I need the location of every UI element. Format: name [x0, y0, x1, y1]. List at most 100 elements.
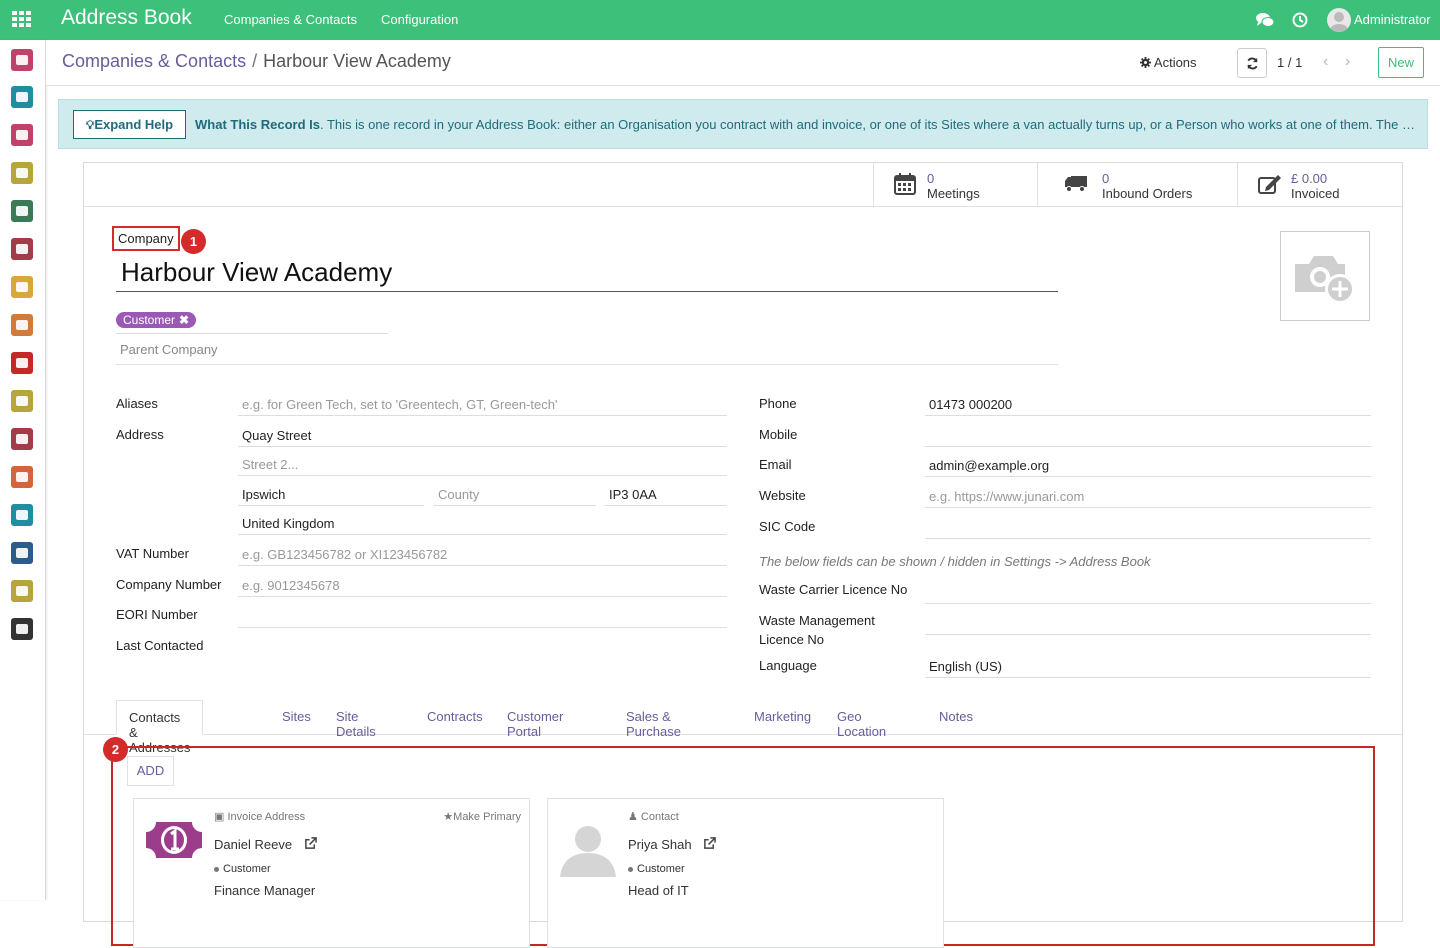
contacts-icon[interactable] [11, 86, 33, 108]
tab-sales-purchase[interactable]: Sales & Purchase [614, 700, 693, 739]
city-field[interactable]: Ipswich [238, 482, 424, 506]
truck-icon [1064, 173, 1088, 195]
country-field[interactable]: United Kingdom [238, 511, 727, 535]
aliases-label: Aliases [116, 396, 158, 411]
contact-card[interactable]: ▣ Invoice Address ★Make Primary Daniel R… [133, 798, 530, 948]
pager-next-icon[interactable]: › [1345, 53, 1350, 71]
sic-code-label: SIC Code [759, 519, 816, 534]
card-name[interactable]: Daniel Reeve [214, 837, 317, 852]
meetings-stat-button[interactable]: 0 Meetings [873, 163, 1038, 207]
waste-management-field[interactable] [925, 611, 1371, 635]
card-name[interactable]: Priya Shah [628, 837, 717, 852]
address-label: Address [116, 427, 164, 442]
sic-code-field[interactable] [925, 515, 1371, 539]
apps-grid-icon[interactable] [12, 11, 31, 28]
marketing-icon[interactable] [11, 352, 33, 374]
phone-label: Phone [759, 396, 797, 411]
tab-contacts-addresses[interactable]: Contacts & Addresses [116, 700, 204, 755]
reload-button[interactable] [1237, 48, 1267, 78]
contact-card[interactable]: ♟ Contact Priya Shah Customer Head of IT [547, 798, 944, 948]
mobile-field[interactable] [925, 423, 1371, 447]
external-link-icon[interactable] [304, 837, 317, 850]
delivery-icon[interactable] [11, 428, 33, 450]
tab-geo-location[interactable]: Geo Location [825, 700, 898, 739]
remove-tag-icon[interactable]: ✖ [179, 313, 189, 327]
calendar-icon [894, 173, 918, 195]
phone-field[interactable]: 01473 000200 [925, 392, 1371, 416]
inventory-icon[interactable] [11, 200, 33, 222]
street2-field[interactable]: Street 2... [238, 452, 727, 476]
app-title[interactable]: Address Book [61, 6, 192, 30]
actions-button[interactable]: Actions [1140, 55, 1197, 70]
company-type-label[interactable]: Company [112, 226, 180, 251]
packages-icon[interactable] [11, 276, 33, 298]
discuss-icon[interactable] [11, 124, 33, 146]
settings-icon[interactable] [11, 618, 33, 640]
employees-icon[interactable] [11, 504, 33, 526]
tab-site-details[interactable]: Site Details [324, 700, 388, 739]
contacts-panel: ADD ▣ Invoice Address ★Make Primary Dani… [111, 746, 1375, 948]
user-avatar[interactable] [1327, 8, 1351, 32]
menu-configuration[interactable]: Configuration [381, 12, 458, 27]
eori-field[interactable] [238, 604, 727, 628]
language-field[interactable]: English (US) [925, 654, 1371, 678]
form-sheet: 0 Meetings 0 Inbound Orders £ 0.00 Invoi… [83, 162, 1403, 948]
top-navbar: Address Book Companies & Contacts Config… [0, 0, 1440, 40]
edit-icon [1258, 173, 1282, 195]
person-placeholder-icon [558, 817, 618, 877]
expand-help-button[interactable]: 💡︎Expand Help [73, 110, 186, 139]
tab-sites[interactable]: Sites [270, 700, 323, 734]
card-name-label: Daniel Reeve [214, 837, 293, 852]
control-panel: Companies & Contacts / Harbour View Academ… [46, 40, 1440, 86]
image-upload[interactable] [1280, 231, 1370, 321]
documents-icon[interactable] [11, 390, 33, 412]
street-field[interactable]: Quay Street [238, 423, 727, 447]
dashboard-icon[interactable] [11, 49, 33, 71]
menu-companies-contacts[interactable]: Companies & Contacts [224, 12, 357, 27]
parent-company-field[interactable]: Parent Company [116, 342, 1058, 365]
card-tag-label: Customer [223, 863, 271, 875]
invoiced-stat-button[interactable]: £ 0.00 Invoiced [1237, 163, 1402, 207]
person-icon: ♟ [628, 811, 641, 823]
card-kind-label: Invoice Address [227, 811, 306, 823]
website-icon[interactable] [11, 466, 33, 488]
record-name-field[interactable]: Harbour View Academy [116, 257, 1058, 292]
breadcrumb-separator: / [252, 51, 258, 71]
tags-field[interactable]: Customer ✖ [116, 311, 388, 334]
new-button[interactable]: New [1378, 47, 1424, 78]
email-field[interactable]: admin@example.org [925, 453, 1371, 477]
tab-marketing[interactable]: Marketing [742, 700, 823, 734]
clock-icon[interactable] [1292, 12, 1310, 28]
invoicing-icon[interactable] [11, 314, 33, 336]
breadcrumb-parent[interactable]: Companies & Contacts [62, 51, 246, 71]
aliases-field[interactable]: e.g. for Green Tech, set to 'Greentech, … [238, 392, 727, 416]
waste-carrier-field[interactable] [925, 580, 1371, 604]
refresh-icon [1246, 57, 1258, 69]
make-primary-link[interactable]: ★Make Primary [443, 810, 521, 823]
postcode-field[interactable]: IP3 0AA [605, 482, 727, 506]
external-link-icon[interactable] [703, 837, 717, 850]
card-kind: ♟ Contact [628, 810, 679, 823]
stat-button-box: 0 Meetings 0 Inbound Orders £ 0.00 Invoi… [84, 163, 1402, 207]
tab-customer-portal[interactable]: Customer Portal [495, 700, 575, 739]
tab-notes[interactable]: Notes [927, 700, 985, 734]
fleet-icon[interactable] [11, 542, 33, 564]
calendar-icon[interactable] [11, 162, 33, 184]
county-field[interactable]: County [434, 482, 596, 506]
language-label: Language [759, 658, 817, 673]
add-contact-button[interactable]: ADD [127, 756, 174, 786]
user-menu[interactable]: Administrator [1354, 12, 1431, 27]
card-job-title: Finance Manager [214, 883, 316, 898]
inbound-orders-stat-button[interactable]: 0 Inbound Orders [1037, 163, 1238, 207]
boxes-icon[interactable] [11, 238, 33, 260]
card-tag: Customer [628, 863, 685, 875]
tab-contracts[interactable]: Contracts [415, 700, 495, 734]
company-number-field[interactable]: e.g. 9012345678 [238, 573, 727, 597]
user-settings-icon[interactable] [11, 580, 33, 602]
vat-field[interactable]: e.g. GB123456782 or XI123456782 [238, 542, 727, 566]
pager-value[interactable]: 1 / 1 [1277, 55, 1302, 70]
website-field[interactable]: e.g. https://www.junari.com [925, 484, 1371, 508]
chat-icon[interactable] [1256, 12, 1275, 28]
pager-previous-icon[interactable]: ‹ [1323, 53, 1328, 71]
email-label: Email [759, 457, 792, 472]
